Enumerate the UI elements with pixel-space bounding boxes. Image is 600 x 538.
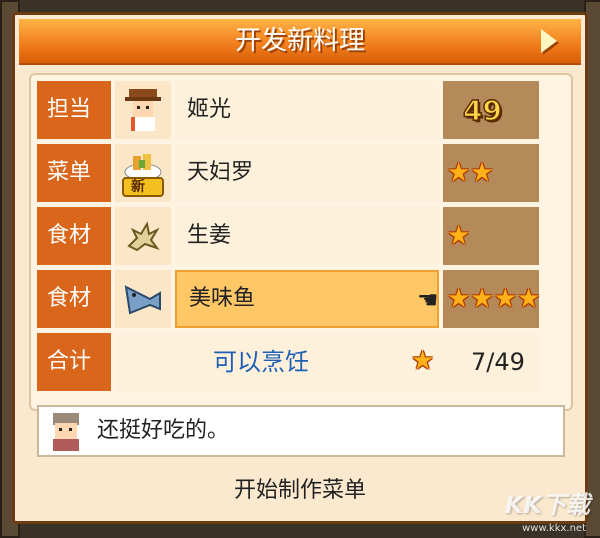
row-label: 菜单 — [37, 144, 111, 202]
staff-row[interactable]: 担当 姬光 49 — [37, 81, 543, 139]
star-icon: ★ — [516, 284, 541, 314]
staff-name: 姬光 — [175, 81, 439, 139]
watermark: KK下载 — [504, 491, 590, 519]
row-label: 担当 — [37, 81, 111, 139]
pointing-hand-icon: ☚ — [417, 286, 439, 314]
ingredient-rating: ★ — [443, 207, 539, 265]
star-icon: ★ — [411, 346, 435, 376]
fish-icon — [115, 270, 171, 328]
cook-status: 可以烹饪 — [213, 348, 309, 376]
start-cooking-button[interactable]: 开始制作菜单 — [15, 471, 585, 511]
tempura-dish-icon: 新 — [115, 144, 171, 202]
ingredient-name: 美味鱼 — [175, 270, 439, 328]
comment-box: 还挺好吃的。 — [37, 405, 565, 457]
develop-recipe-dialog: 开发新料理 担当 姬光 49 菜单 新 天妇罗 ★ ★ 食材 生姜 ★ 食材 美… — [12, 12, 588, 524]
total-label: 合计 — [37, 333, 111, 391]
customer-avatar-icon — [53, 413, 79, 451]
dialog-title: 开发新料理 — [234, 26, 365, 56]
menu-row[interactable]: 菜单 新 天妇罗 ★ ★ — [37, 144, 543, 202]
star-icon: ★ — [447, 158, 471, 188]
chef-portrait-icon — [115, 81, 171, 139]
row-label: 食材 — [37, 207, 111, 265]
ingredient-row-selected[interactable]: 食材 美味鱼 ☚ ★ ★ ★ ★ — [37, 270, 543, 328]
menu-name: 天妇罗 — [175, 144, 439, 202]
total-row: 合计 可以烹饪 ★ 7/49 — [37, 333, 543, 391]
total-count: 7/49 — [471, 348, 525, 376]
row-label: 食材 — [37, 270, 111, 328]
star-icon: ★ — [447, 284, 471, 314]
star-icon: ★ — [447, 221, 471, 251]
star-icon: ★ — [493, 284, 517, 314]
menu-rating: ★ ★ — [443, 144, 539, 202]
ingredient-rating: ★ ★ ★ ★ — [443, 270, 541, 328]
ginger-icon — [115, 207, 171, 265]
dialog-header: 开发新料理 — [19, 19, 581, 65]
star-icon: ★ — [470, 158, 494, 188]
level-badge: 49 — [462, 93, 502, 128]
next-arrow-icon[interactable] — [541, 29, 557, 53]
ingredient-row[interactable]: 食材 生姜 ★ — [37, 207, 543, 265]
comment-text: 还挺好吃的。 — [97, 418, 230, 443]
staff-level: 49 — [443, 81, 539, 139]
star-icon: ★ — [470, 284, 494, 314]
ingredient-name: 生姜 — [175, 207, 439, 265]
watermark-url: www.kkx.net — [522, 523, 586, 534]
total-body: 可以烹饪 ★ 7/49 — [115, 333, 539, 391]
new-badge: 新 — [131, 179, 145, 195]
